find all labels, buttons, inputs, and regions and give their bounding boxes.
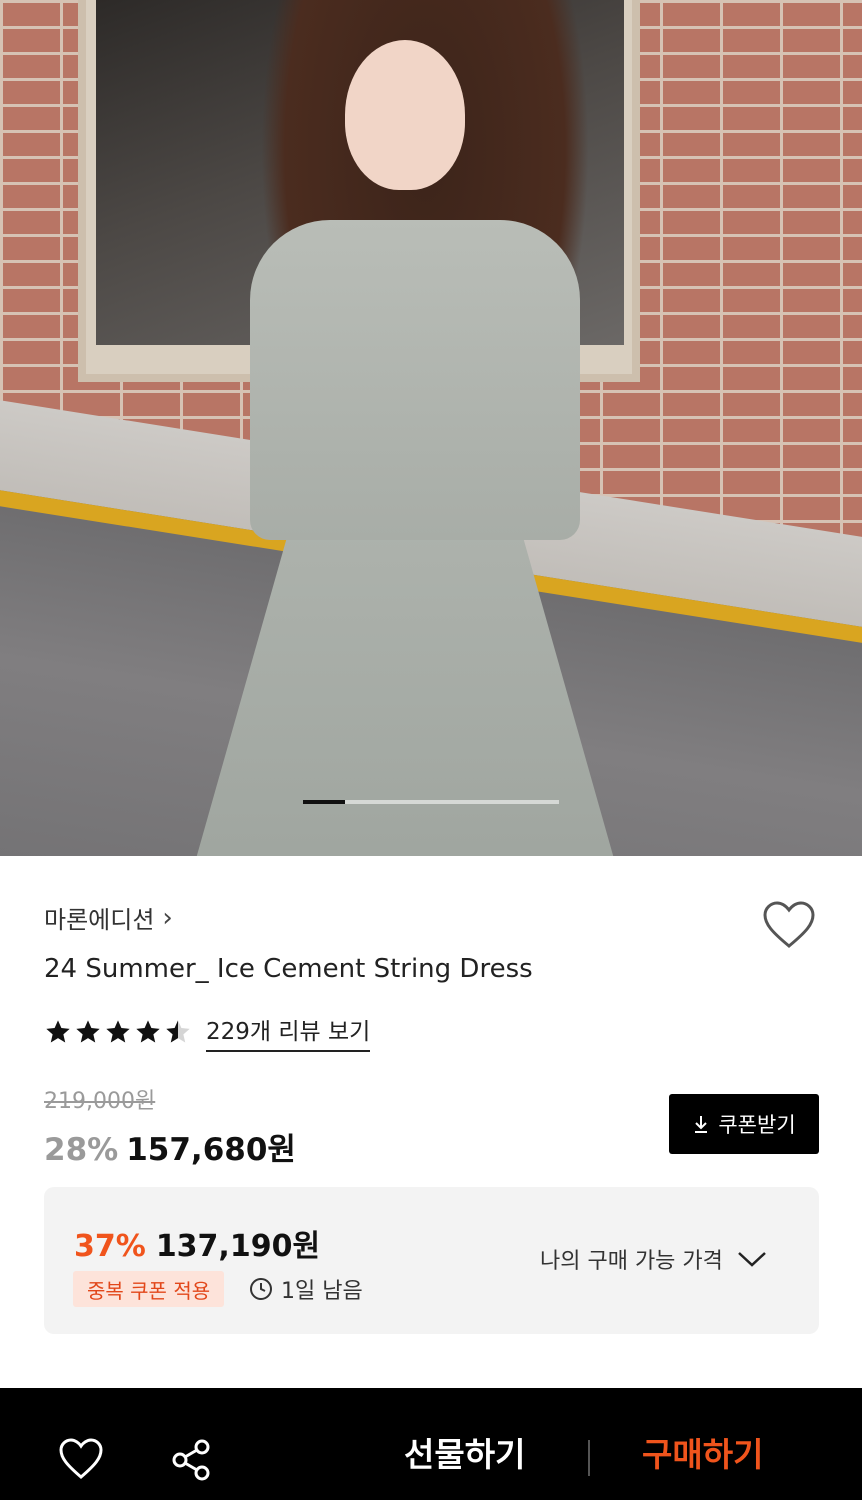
coupon-download-button[interactable]: 쿠폰받기 xyxy=(669,1094,819,1154)
coupon-button-label: 쿠폰받기 xyxy=(718,1113,796,1137)
bottom-bar-divider xyxy=(588,1440,590,1476)
benefit-price: 137,190원 xyxy=(155,1229,321,1264)
share-button[interactable] xyxy=(170,1438,214,1482)
clock-icon xyxy=(250,1278,272,1300)
favorite-heart-icon[interactable] xyxy=(762,900,816,950)
price-row: 28% 157,680원 xyxy=(44,1124,296,1169)
rating-row: 229개 리뷰 보기 xyxy=(44,1012,371,1052)
my-price-label: 나의 구매 가능 가격 xyxy=(540,1249,723,1274)
buy-button[interactable]: 구매하기 xyxy=(642,1428,763,1476)
model-dress-top xyxy=(250,220,580,540)
share-icon xyxy=(172,1439,210,1481)
bottom-action-bar: 선물하기 구매하기 xyxy=(0,1388,862,1500)
discount-rate: 28% xyxy=(44,1132,119,1168)
heart-icon xyxy=(59,1438,103,1479)
my-price-benefit-box[interactable]: 37% 137,190원 중복 쿠폰 적용 1일 남음 나의 구매 가능 가격 xyxy=(44,1187,819,1334)
chevron-right-icon: › xyxy=(162,902,173,933)
brand-name: 마론에디션 xyxy=(44,906,155,934)
star-full-icon xyxy=(136,1020,160,1043)
benefit-price-row: 37% 137,190원 xyxy=(74,1221,320,1265)
star-full-icon xyxy=(46,1020,70,1043)
brand-link[interactable]: 마론에디션 › xyxy=(44,900,173,935)
download-icon xyxy=(695,1116,708,1133)
time-left: 1일 남음 xyxy=(249,1273,363,1305)
original-price: 219,000원 xyxy=(44,1089,156,1114)
star-full-icon xyxy=(76,1020,100,1043)
rating-stars xyxy=(44,1018,192,1046)
review-link[interactable]: 229개 리뷰 보기 xyxy=(206,1012,371,1052)
my-price-expand-toggle[interactable]: 나의 구매 가능 가격 xyxy=(540,1243,767,1275)
star-full-icon xyxy=(106,1020,130,1043)
gift-button[interactable]: 선물하기 xyxy=(404,1428,525,1476)
product-image[interactable] xyxy=(0,0,862,856)
product-title: 24 Summer_ Ice Cement String Dress xyxy=(44,954,533,984)
carousel-indicator-active xyxy=(303,800,345,804)
chevron-down-icon xyxy=(738,1252,766,1267)
favorite-button[interactable] xyxy=(58,1438,104,1480)
model-face xyxy=(345,40,465,190)
star-half-icon xyxy=(166,1020,190,1043)
sale-price: 157,680원 xyxy=(126,1132,296,1168)
duplicate-coupon-badge: 중복 쿠폰 적용 xyxy=(73,1271,225,1307)
benefit-discount-rate: 37% xyxy=(74,1229,146,1264)
time-left-label: 1일 남음 xyxy=(281,1279,363,1304)
